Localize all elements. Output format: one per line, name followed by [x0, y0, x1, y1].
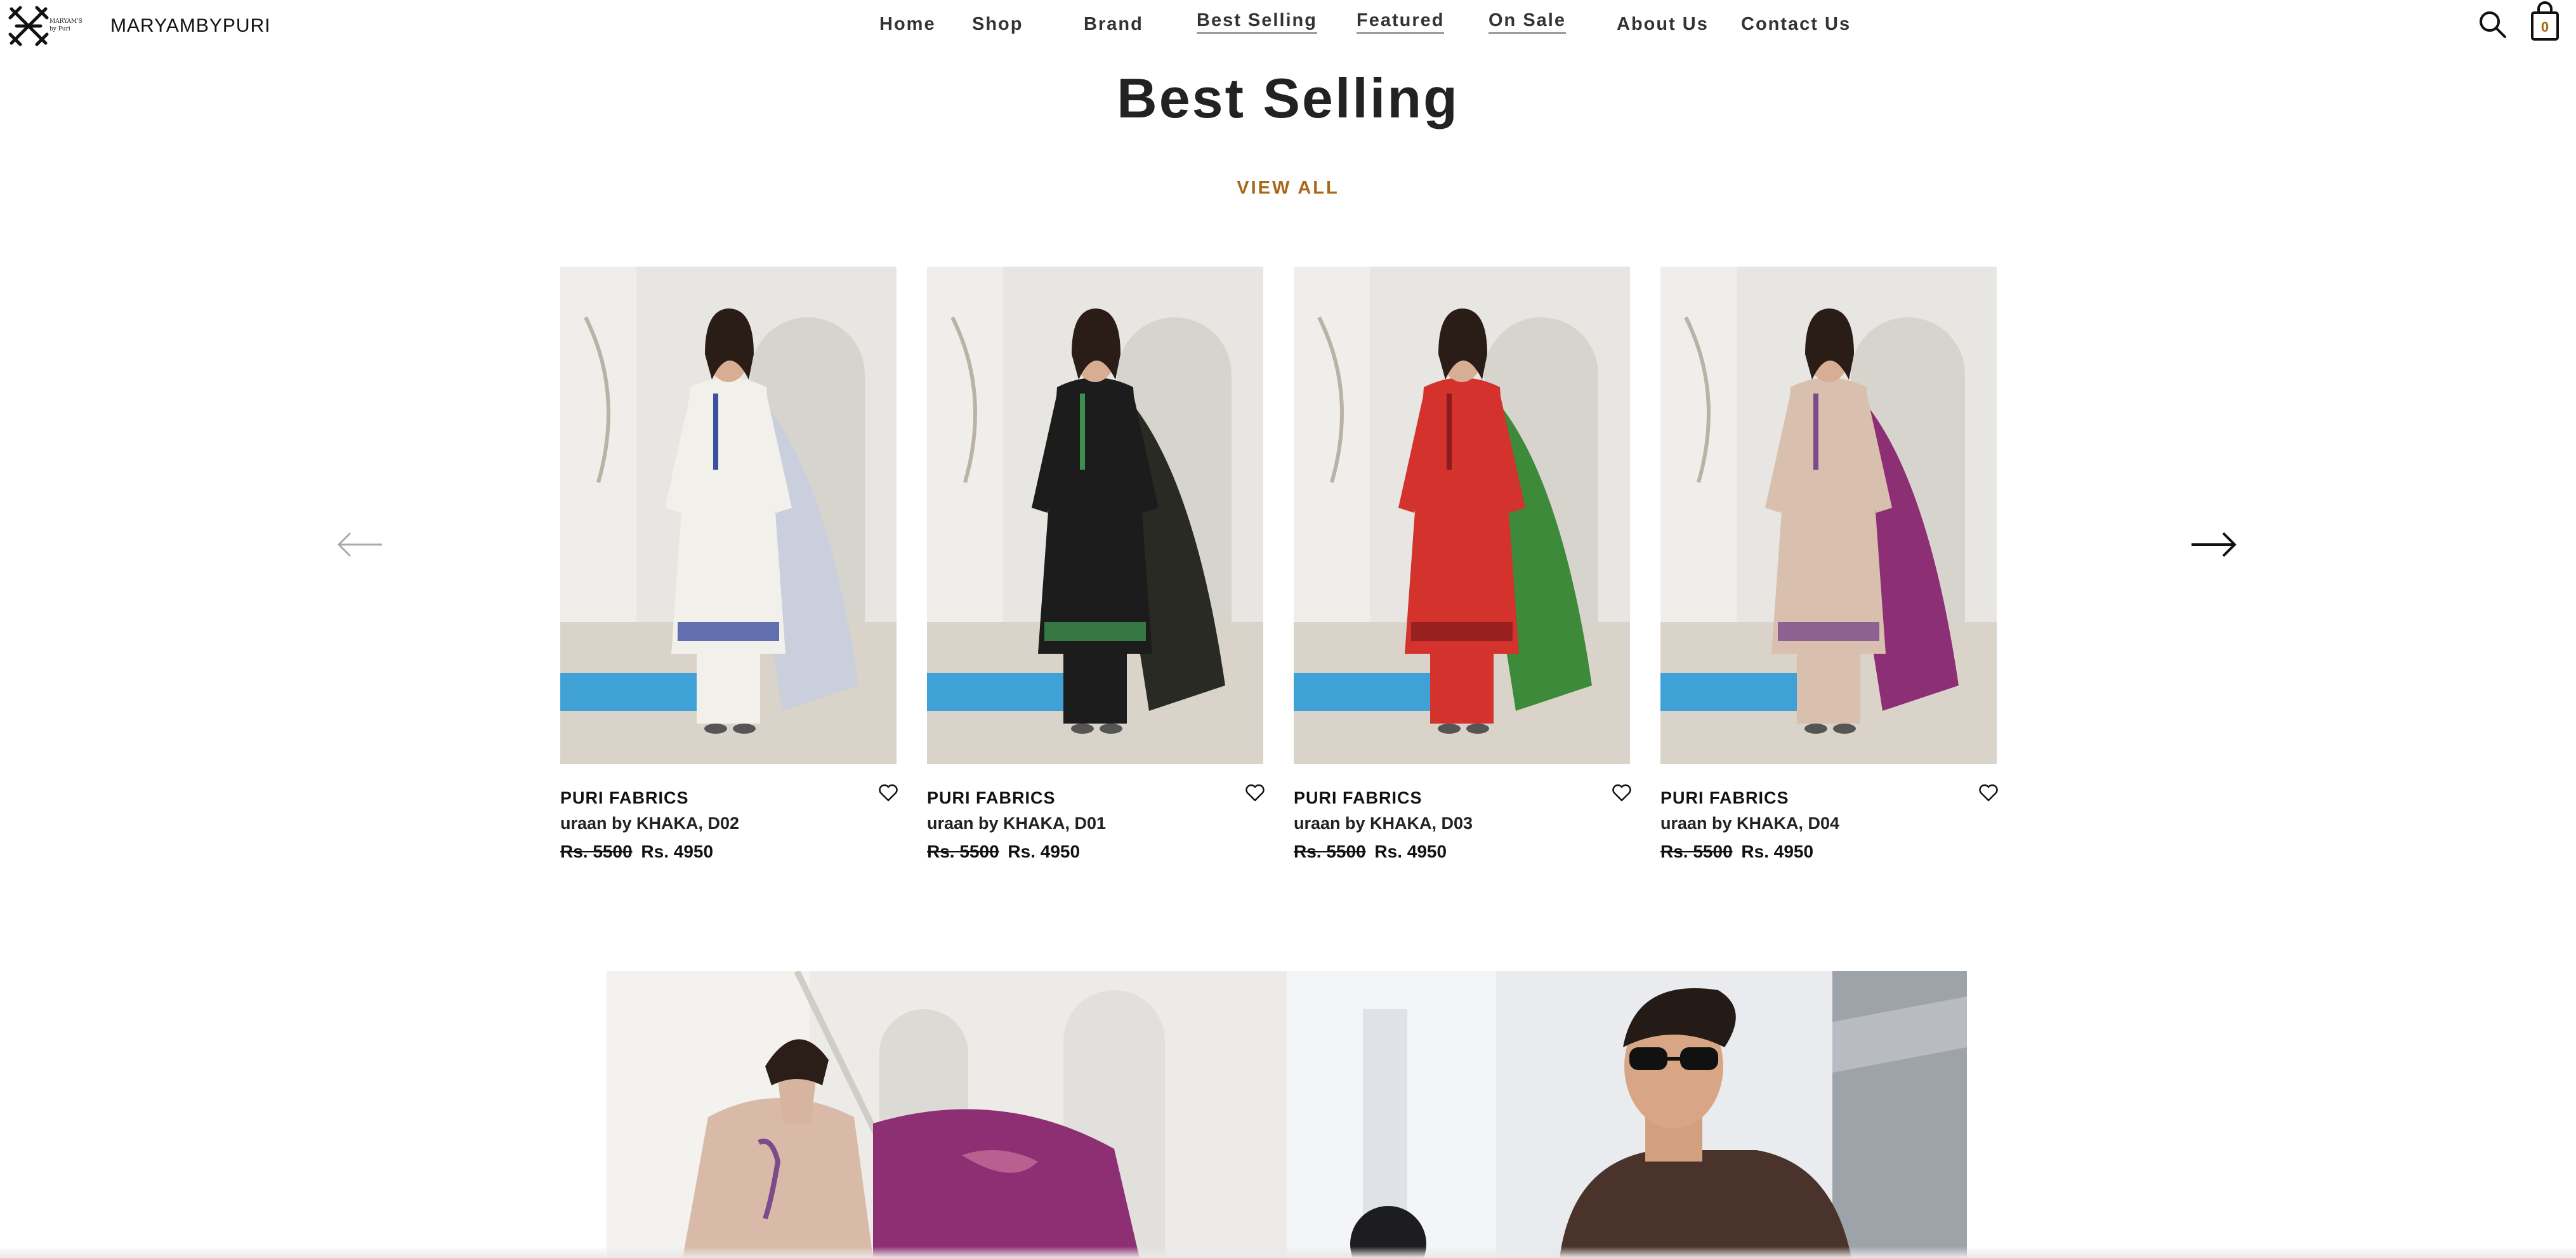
product-image[interactable]	[1660, 267, 1997, 764]
product-name[interactable]: uraan by KHAKA, D01	[927, 814, 1106, 833]
product-sale-price: Rs. 4950	[641, 842, 714, 861]
product-name[interactable]: uraan by KHAKA, D02	[560, 814, 739, 833]
heart-icon[interactable]	[1611, 782, 1633, 804]
product-photo	[1660, 267, 1997, 764]
arrow-left-icon[interactable]	[335, 524, 386, 565]
product-image[interactable]	[560, 267, 897, 764]
heart-icon[interactable]	[1244, 782, 1266, 804]
product-photo	[560, 267, 897, 764]
logo-icon[interactable]	[8, 5, 49, 47]
product-card[interactable]: PURI FABRICS uraan by KHAKA, D03 Rs. 550…	[1294, 267, 1633, 876]
banner-image	[607, 971, 1287, 1258]
heart-icon[interactable]	[1978, 782, 1999, 804]
nav-about-us[interactable]: About Us	[1617, 14, 1709, 35]
product-old-price: Rs. 5500	[1294, 842, 1366, 861]
product-photo	[927, 267, 1263, 764]
product-photo	[1294, 267, 1630, 764]
product-name[interactable]: uraan by KHAKA, D03	[1294, 814, 1473, 833]
page-bottom-shade	[0, 1247, 2576, 1258]
nav-brand[interactable]: Brand	[1084, 14, 1143, 35]
nav-contact-us[interactable]: Contact Us	[1741, 14, 1851, 35]
brand-name[interactable]: MARYAMBYPURI	[110, 15, 271, 37]
product-card[interactable]: PURI FABRICS uraan by KHAKA, D01 Rs. 550…	[927, 267, 1266, 876]
product-sale-price: Rs. 4950	[1374, 842, 1447, 861]
product-price-row: Rs. 5500 Rs. 4950	[1294, 842, 1447, 862]
product-card[interactable]: PURI FABRICS uraan by KHAKA, D04 Rs. 550…	[1660, 267, 1999, 876]
nav-featured[interactable]: Featured	[1357, 10, 1445, 34]
product-old-price: Rs. 5500	[1660, 842, 1733, 861]
site-header: MARYAM'S by Puri MARYAMBYPURI Home Shop …	[0, 0, 2576, 53]
product-price-row: Rs. 5500 Rs. 4950	[1660, 842, 1813, 862]
view-all-link[interactable]: VIEW ALL	[1225, 178, 1351, 199]
product-price-row: Rs. 5500 Rs. 4950	[560, 842, 713, 862]
nav-shop[interactable]: Shop	[972, 14, 1023, 35]
product-image[interactable]	[1294, 267, 1630, 764]
section-title: Best Selling	[1117, 67, 1459, 129]
product-brand: PURI FABRICS	[927, 788, 1056, 807]
product-name[interactable]: uraan by KHAKA, D04	[1660, 814, 1839, 833]
product-sale-price: Rs. 4950	[1741, 842, 1814, 861]
nav-best-selling[interactable]: Best Selling	[1197, 10, 1317, 34]
banner-image	[1287, 971, 1967, 1258]
product-brand: PURI FABRICS	[1660, 788, 1789, 807]
product-image[interactable]	[927, 267, 1263, 764]
nav-on-sale[interactable]: On Sale	[1488, 10, 1566, 34]
product-old-price: Rs. 5500	[927, 842, 999, 861]
women-collection-banner[interactable]	[607, 971, 1287, 1258]
search-icon[interactable]	[2477, 9, 2507, 39]
cart-count-badge: 0	[2540, 19, 2549, 35]
product-brand: PURI FABRICS	[1294, 788, 1423, 807]
men-collection-banner[interactable]	[1287, 971, 1967, 1258]
product-card[interactable]: PURI FABRICS uraan by KHAKA, D02 Rs. 550…	[560, 267, 899, 876]
heart-icon[interactable]	[877, 782, 899, 804]
nav-home[interactable]: Home	[879, 14, 936, 35]
logo-small-text: MARYAM'S by Puri	[49, 18, 82, 32]
product-sale-price: Rs. 4950	[1008, 842, 1081, 861]
product-brand: PURI FABRICS	[560, 788, 689, 807]
product-price-row: Rs. 5500 Rs. 4950	[927, 842, 1080, 862]
arrow-right-icon[interactable]	[2188, 524, 2238, 565]
product-old-price: Rs. 5500	[560, 842, 633, 861]
